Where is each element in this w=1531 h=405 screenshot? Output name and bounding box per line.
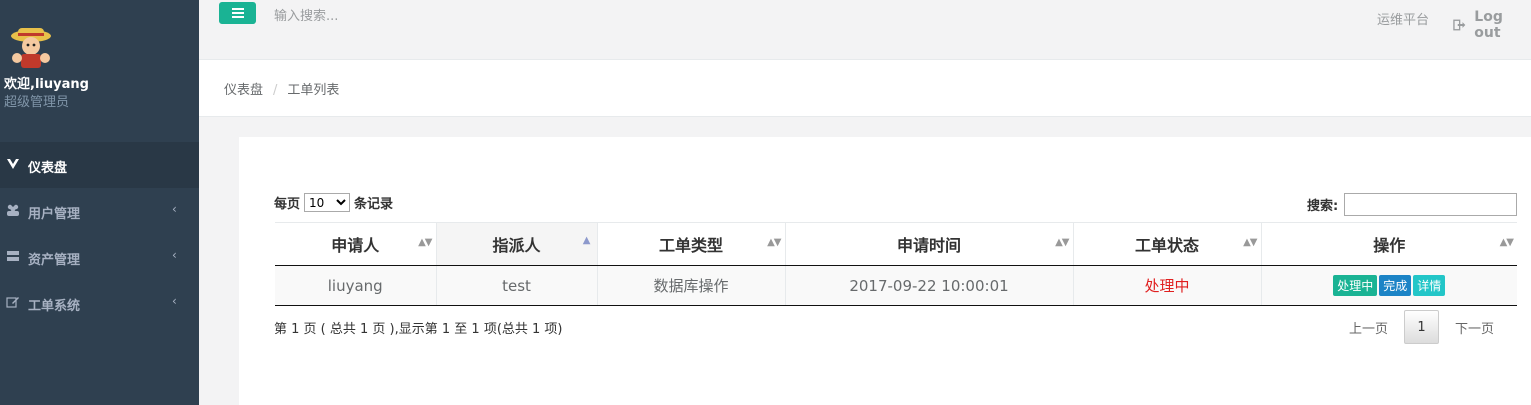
sort-icon: ▲▼ [418, 237, 432, 248]
table-search-label: 搜索: [1307, 199, 1339, 214]
page-number-button[interactable]: 1 [1404, 310, 1440, 344]
page-heading: 仪表盘 / 工单列表 [199, 60, 1531, 117]
sidebar: 欢迎,liuyang 超级管理员 仪表盘 用户管理 ‹ 资产管理 ‹ 工单系统 … [0, 0, 199, 405]
column-header-assignee[interactable]: 指派人 ▲ [436, 222, 598, 266]
column-header-label: 申请人 [331, 236, 380, 255]
column-header-label: 申请时间 [896, 236, 961, 255]
column-header-label: 工单类型 [658, 236, 723, 255]
sign-out-icon [1453, 19, 1466, 31]
profile: 欢迎,liuyang 超级管理员 [0, 0, 199, 142]
top-search-input[interactable] [265, 2, 565, 30]
ticket-table: 申请人 ▲▼ 指派人 ▲ 工单类型 ▲▼ 申请时间 ▲▼ 工单状态 ▲▼ 操作 ▲▼ liu… [275, 222, 1517, 306]
cell-time: 2017-09-22 10:00:01 [785, 265, 1074, 306]
column-header-time[interactable]: 申请时间 ▲▼ [785, 222, 1074, 266]
sidebar-item-tickets[interactable]: 工单系统 ‹ [0, 280, 199, 326]
sidebar-item-label: 工单系统 [28, 299, 81, 314]
users-icon [6, 203, 20, 217]
ticket-list-panel: 每页 10 条记录 搜索: 申请人 ▲▼ 指派人 ▲ 工单类型 ▲▼ 申请时间 ▲▼ 工… [239, 137, 1531, 405]
column-header-label: 指派人 [492, 236, 541, 255]
dashboard-icon [6, 157, 20, 171]
sort-icon: ▲▼ [1499, 237, 1514, 248]
column-header-applicant[interactable]: 申请人 ▲▼ [275, 222, 437, 266]
table-search-input[interactable] [1344, 193, 1518, 216]
table-search-control: 搜索: [1307, 193, 1518, 216]
welcome-text: 欢迎,liuyang [4, 77, 89, 92]
complete-button[interactable]: 完成 [1379, 275, 1412, 296]
sidebar-item-assets[interactable]: 资产管理 ‹ [0, 234, 199, 280]
cell-type: 数据库操作 [597, 265, 786, 306]
column-header-type[interactable]: 工单类型 ▲▼ [597, 222, 786, 266]
cell-assignee: test [436, 265, 598, 306]
column-header-actions[interactable]: 操作 ▲▼ [1261, 222, 1517, 266]
sort-icon: ▲▼ [1055, 237, 1069, 248]
cell-applicant: liuyang [275, 265, 437, 306]
details-button[interactable]: 详情 [1413, 275, 1446, 296]
page-length-select[interactable]: 10 [304, 193, 351, 212]
sidebar-item-label: 用户管理 [28, 207, 81, 222]
ops-platform-link[interactable]: 运维平台 [1377, 9, 1429, 28]
sidebar-item-users[interactable]: 用户管理 ‹ [0, 188, 199, 234]
table-row: liuyang test 数据库操作 2017-09-22 10:00:01 处… [275, 265, 1517, 306]
sidebar-item-label: 仪表盘 [28, 161, 68, 176]
table-info: 第 1 页 ( 总共 1 页 ),显示第 1 至 1 项(总共 1 项) [274, 322, 563, 337]
logout-link[interactable]: Log out [1453, 9, 1531, 41]
prev-page-button[interactable]: 上一页 [1349, 318, 1388, 337]
chevron-left-icon: ‹ [172, 294, 177, 308]
logout-label: Log out [1474, 9, 1503, 41]
user-role: 超级管理员 [4, 95, 70, 110]
column-header-status[interactable]: 工单状态 ▲▼ [1073, 222, 1262, 266]
breadcrumb-current: 工单列表 [287, 83, 340, 98]
cell-status: 处理中 [1073, 265, 1262, 306]
page-length-control: 每页 10 条记录 [274, 193, 393, 212]
breadcrumb-separator: / [273, 83, 278, 98]
menu-toggle-button[interactable] [219, 2, 256, 24]
sidebar-item-dashboard[interactable]: 仪表盘 [0, 142, 199, 188]
cell-actions: 处理中 完成 详情 [1261, 265, 1517, 306]
column-header-label: 操作 [1373, 236, 1406, 255]
process-button[interactable]: 处理中 [1333, 275, 1378, 296]
length-suffix: 条记录 [354, 197, 394, 212]
sidebar-item-label: 资产管理 [28, 253, 81, 268]
edit-icon [6, 295, 20, 309]
breadcrumb-home[interactable]: 仪表盘 [224, 83, 263, 98]
chevron-left-icon: ‹ [172, 202, 177, 216]
chevron-left-icon: ‹ [172, 248, 177, 262]
top-navbar: 运维平台 Log out [199, 0, 1531, 60]
sort-icon: ▲▼ [1243, 237, 1257, 248]
next-page-button[interactable]: 下一页 [1455, 318, 1494, 337]
column-header-label: 工单状态 [1134, 236, 1199, 255]
luffy-avatar-icon[interactable] [8, 22, 54, 70]
pagination: 上一页 1 下一页 [1349, 310, 1494, 344]
server-icon [6, 249, 20, 263]
breadcrumb: 仪表盘 / 工单列表 [224, 79, 339, 98]
length-prefix: 每页 [274, 197, 301, 212]
table-header-row: 申请人 ▲▼ 指派人 ▲ 工单类型 ▲▼ 申请时间 ▲▼ 工单状态 ▲▼ 操作 ▲▼ [275, 222, 1517, 266]
sort-asc-icon: ▲ [582, 235, 591, 246]
sort-icon: ▲▼ [767, 237, 781, 248]
hamburger-icon [231, 8, 244, 18]
